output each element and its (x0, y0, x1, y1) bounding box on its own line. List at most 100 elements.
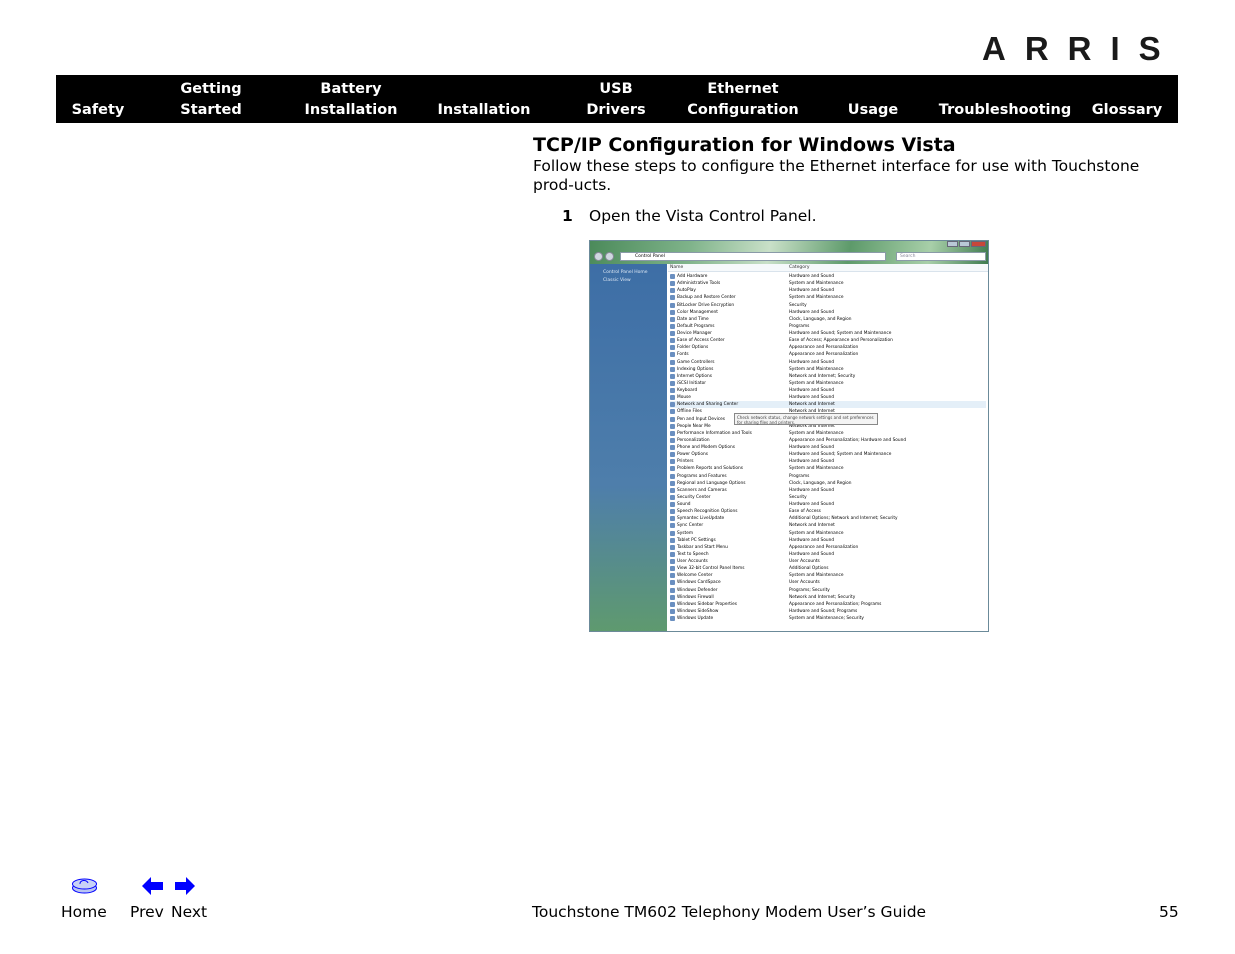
cp-item-name: Game Controllers (677, 359, 715, 365)
cp-item-icon (670, 366, 675, 372)
cp-item-icon (670, 601, 675, 607)
back-icon (594, 252, 603, 261)
cp-item-row: Power Options Hardware and Sound; System … (670, 451, 986, 458)
cp-item-name: Welcome Center (677, 573, 713, 579)
cp-item-category: Programs (789, 473, 810, 479)
home-link[interactable]: Home (61, 903, 107, 921)
cp-item-name: Text to Speech (677, 551, 709, 557)
cp-item-icon (670, 373, 675, 379)
cp-item-row: Indexing Options System and Maintenance (670, 366, 986, 373)
cp-item-icon (670, 423, 675, 429)
cp-item-category: Security (789, 302, 807, 308)
cp-item-icon (670, 487, 675, 493)
step-1: 1 Open the Vista Control Panel. (562, 207, 817, 225)
cp-item-category: Hardware and Sound (789, 551, 835, 557)
cp-item-row: Date and Time Clock, Language, and Region (670, 316, 986, 323)
prev-arrow-icon[interactable] (142, 877, 163, 895)
cp-item-row: Programs and Features Programs (670, 473, 986, 480)
cp-item-row: Regional and Language Options Clock, Lang… (670, 480, 986, 487)
cp-item-row: Sync Center Network and Internet (670, 522, 986, 529)
cp-item-name: Add Hardware (677, 274, 708, 279)
cp-item-name: Tablet PC Settings (677, 537, 716, 543)
cp-item-row: Scanners and Cameras Hardware and Sound (670, 487, 986, 494)
cp-item-category: System and Maintenance (789, 466, 844, 472)
cp-item-icon (670, 430, 675, 436)
cp-item-category: System and Maintenance (789, 573, 844, 579)
nav-usb-drivers[interactable]: USB Drivers (586, 79, 645, 121)
cp-item-icon (670, 345, 675, 351)
cp-item-icon (670, 359, 675, 365)
nav-glossary[interactable]: Glossary (1092, 79, 1162, 121)
cp-item-icon (670, 509, 675, 515)
cp-item-row: Sound Hardware and Sound (670, 501, 986, 508)
cp-item-icon (670, 452, 675, 458)
cp-item-icon (670, 608, 675, 614)
cp-item-category: System and Maintenance; Security (789, 616, 864, 621)
cp-item-category: Network and Internet; Security (789, 373, 856, 379)
cp-item-category: Network and Internet (789, 402, 835, 408)
cp-item-row: Taskbar and Start Menu Appearance and Per… (670, 544, 986, 551)
cp-item-icon (670, 594, 675, 600)
cp-item-name: Date and Time (677, 316, 709, 322)
cp-item-icon (670, 559, 675, 564)
cp-item-name: BitLocker Drive Encryption (677, 302, 735, 308)
cp-item-category: Security (789, 494, 807, 500)
cp-item-category: Network and Internet; Security (789, 594, 856, 600)
cp-item-name: Default Programs (677, 323, 715, 329)
nav-usage[interactable]: Usage (848, 79, 898, 121)
cp-item-name: People Near Me (677, 423, 711, 429)
cp-item-name: Personalization (677, 437, 710, 443)
cp-item-name: Internet Options (677, 373, 713, 379)
cp-item-icon (670, 480, 675, 486)
cp-item-row: Speech Recognition Options Ease of Access (670, 508, 986, 515)
cp-item-name: Mouse (677, 395, 691, 401)
cp-item-row: Printers Hardware and Sound (670, 458, 986, 465)
cp-item-name: Speech Recognition Options (677, 509, 738, 515)
cp-item-icon (670, 352, 675, 358)
cp-item-row: Backup and Restore Center System and Main… (670, 294, 986, 301)
cp-item-icon (670, 409, 675, 415)
cp-item-row: Keyboard Hardware and Sound (670, 387, 986, 394)
cp-item-name: Regional and Language Options (677, 480, 746, 486)
cp-item-row: Internet Options Network and Internet; Se… (670, 373, 986, 380)
nav-installation[interactable]: Installation (438, 79, 531, 121)
step-number: 1 (562, 207, 573, 225)
cp-item-name: Offline Files (677, 409, 702, 415)
cp-item-category: System and Maintenance (789, 430, 844, 436)
cp-item-name: Folder Options (677, 345, 709, 351)
top-nav: Safety Getting Started Battery Installatio… (56, 75, 1178, 123)
cp-item-name: Symantec LiveUpdate (677, 516, 725, 522)
next-link[interactable]: Next (171, 903, 207, 921)
cp-item-icon (670, 466, 675, 472)
cp-item-icon (670, 309, 675, 315)
minimize-icon (947, 241, 958, 247)
cp-item-icon (670, 551, 675, 557)
cp-item-name: Indexing Options (677, 366, 714, 372)
cp-item-icon (670, 516, 675, 522)
cp-item-category: Programs; Security (789, 587, 830, 593)
cp-home-link: Control Panel Home (603, 270, 648, 275)
cp-item-icon (670, 295, 675, 301)
cp-item-icon (670, 274, 675, 279)
cp-item-name: View 32-bit Control Panel Items (677, 566, 745, 572)
cp-item-category: Appearance and Personalization; Hardware… (789, 437, 907, 443)
home-icon[interactable] (71, 878, 98, 894)
cp-item-category: Hardware and Sound (789, 359, 835, 365)
next-arrow-icon[interactable] (175, 877, 195, 895)
prev-link[interactable]: Prev (130, 903, 164, 921)
nav-battery-installation[interactable]: Battery Installation (305, 79, 398, 121)
nav-getting-started[interactable]: Getting Started (180, 79, 241, 121)
cp-item-name: Security Center (677, 494, 711, 500)
cp-item-category: Hardware and Sound (789, 445, 835, 450)
cp-item-row: Ease of Access Center Ease of Access; App… (670, 337, 986, 344)
nav-safety[interactable]: Safety (72, 79, 125, 121)
cp-item-icon (670, 388, 675, 393)
cp-item-name: Windows Update (677, 616, 714, 621)
nav-ethernet-configuration[interactable]: Ethernet Configuration (687, 79, 799, 121)
cp-item-row: Mouse Hardware and Sound (670, 394, 986, 401)
cp-item-category: Appearance and Personalization (789, 345, 859, 351)
cp-item-name: Pen and Input Devices (677, 416, 726, 422)
nav-troubleshooting[interactable]: Troubleshooting (939, 79, 1071, 121)
cp-item-icon (670, 494, 675, 500)
cp-item-icon (670, 502, 675, 507)
